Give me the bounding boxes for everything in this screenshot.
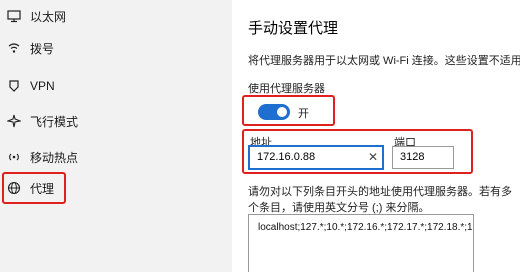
port-value: 3128 — [400, 151, 425, 163]
sidebar-item-label: 移动热点 — [30, 150, 79, 165]
toggle-state-label: 开 — [298, 108, 309, 120]
vpn-icon — [6, 78, 22, 94]
sidebar-item-label: 以太网 — [30, 9, 67, 24]
sidebar-item-label: 拨号 — [30, 41, 55, 56]
dialup-icon — [6, 40, 22, 56]
sidebar-item-airplane-mode[interactable]: 飞行模式 — [0, 103, 232, 139]
sidebar-item-label: VPN — [30, 79, 55, 93]
address-input[interactable]: 172.16.0.88 ✕ — [248, 145, 384, 170]
airplane-icon — [6, 113, 22, 129]
sidebar-item-dialup[interactable]: 拨号 — [0, 30, 232, 66]
use-proxy-toggle[interactable] — [258, 104, 290, 120]
exceptions-textarea[interactable]: localhost;127.*;10.*;172.16.*;172.17.*;1… — [248, 214, 474, 272]
hotspot-icon — [6, 149, 22, 165]
clear-icon[interactable]: ✕ — [368, 147, 378, 168]
exceptions-description: 请勿对以下列条目开头的地址使用代理服务器。若有多个条目，请使用英文分号 (;) … — [248, 186, 512, 214]
proxy-settings-panel: 手动设置代理 将代理服务器用于以太网或 Wi-Fi 连接。这些设置不适用于 使用… — [232, 0, 520, 272]
port-input[interactable]: 3128 — [392, 146, 454, 169]
sidebar-item-vpn[interactable]: VPN — [0, 68, 232, 104]
address-value: 172.16.0.88 — [257, 151, 316, 163]
sidebar-item-ethernet[interactable]: 以太网 — [0, 0, 232, 34]
toggle-knob — [277, 107, 287, 117]
proxy-highlight-box — [2, 172, 66, 204]
sidebar: 以太网 拨号 VPN 飞行模式 移动热点 代理 — [0, 0, 232, 272]
monitor-icon — [6, 8, 22, 24]
use-proxy-label: 使用代理服务器 — [248, 83, 325, 95]
proxy-description: 将代理服务器用于以太网或 Wi-Fi 连接。这些设置不适用于 — [248, 55, 520, 67]
page-title: 手动设置代理 — [248, 20, 339, 37]
sidebar-item-label: 飞行模式 — [30, 114, 79, 129]
